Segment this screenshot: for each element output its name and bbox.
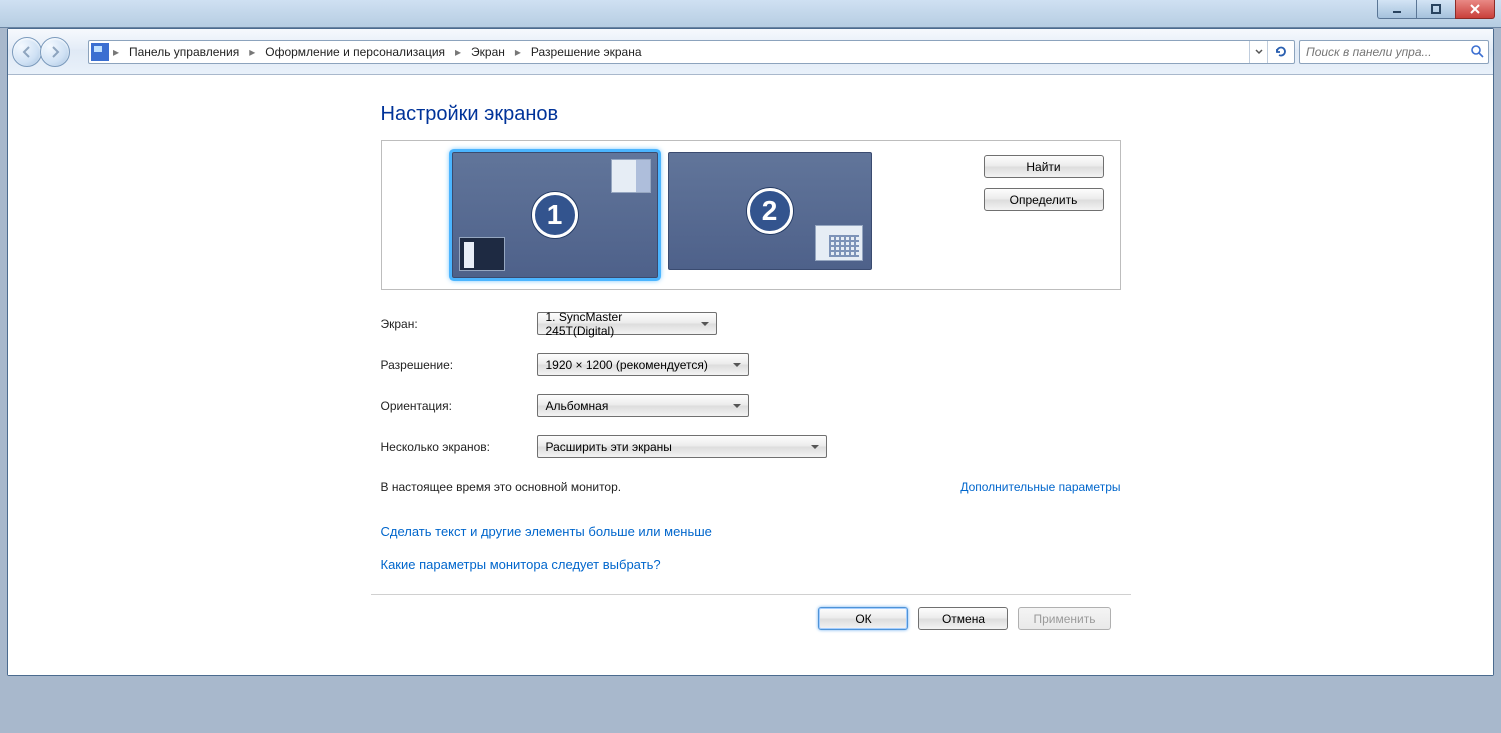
breadcrumb-item[interactable]: Панель управления [123,41,245,63]
search-box[interactable] [1299,40,1489,64]
nav-buttons [12,35,84,69]
chevron-right-icon[interactable]: ▸ [453,45,463,59]
chevron-right-icon[interactable]: ▸ [247,45,257,59]
breadcrumb-item[interactable]: Разрешение экрана [525,41,648,63]
close-icon [1469,3,1481,15]
resolution-dropdown-value: 1920 × 1200 (рекомендуется) [546,358,708,372]
breadcrumb-item[interactable]: Оформление и персонализация [259,41,451,63]
main-monitor-status: В настоящее время это основной монитор. [381,480,622,494]
maximize-button[interactable] [1416,0,1456,19]
refresh-button[interactable] [1268,41,1294,63]
chevron-right-icon[interactable]: ▸ [111,45,121,59]
display-dropdown[interactable]: 1. SyncMaster 245T(Digital) [537,312,717,335]
content-area: Настройки экранов 1 2 Найти Определить [8,75,1493,675]
maximize-icon [1430,3,1442,15]
orientation-label: Ориентация: [381,399,537,413]
apply-button[interactable]: Применить [1018,607,1110,630]
forward-arrow-icon [48,45,62,59]
multiple-displays-dropdown-value: Расширить эти экраны [546,440,672,454]
display-dropdown-value: 1. SyncMaster 245T(Digital) [546,310,694,338]
resolution-dropdown[interactable]: 1920 × 1200 (рекомендуется) [537,353,749,376]
identify-button[interactable]: Определить [984,188,1104,211]
dialog-footer: ОК Отмена Применить [371,594,1131,646]
monitor-number-badge: 1 [532,192,578,238]
which-settings-link[interactable]: Какие параметры монитора следует выбрать… [381,557,1121,572]
window-thumb-icon [611,159,651,193]
window-thumb-icon [459,237,505,271]
close-button[interactable] [1455,0,1495,19]
resolution-label: Разрешение: [381,358,537,372]
advanced-settings-link[interactable]: Дополнительные параметры [960,480,1120,494]
address-dropdown[interactable] [1250,41,1268,63]
display-label: Экран: [381,317,537,331]
forward-button[interactable] [40,37,70,67]
detect-button[interactable]: Найти [984,155,1104,178]
text-size-link[interactable]: Сделать текст и другие элементы больше и… [381,524,1121,539]
monitor-arrangement-box[interactable]: 1 2 Найти Определить [381,140,1121,290]
monitor-2[interactable]: 2 [668,152,872,270]
display-icon [91,43,109,61]
main-panel: Настройки экранов 1 2 Найти Определить [371,75,1131,675]
orientation-dropdown[interactable]: Альбомная [537,394,749,417]
titlebar [0,0,1501,28]
breadcrumb-item[interactable]: Экран [465,41,511,63]
multiple-displays-dropdown[interactable]: Расширить эти экраны [537,435,827,458]
minimize-icon [1391,3,1403,15]
multiple-displays-label: Несколько экранов: [381,440,537,454]
search-icon [1470,44,1484,61]
cancel-button[interactable]: Отмена [918,607,1008,630]
chevron-down-icon [1255,48,1263,56]
back-button[interactable] [12,37,42,67]
monitor-1[interactable]: 1 [452,152,658,278]
refresh-icon [1274,45,1288,59]
toolbar: ▸ Панель управления ▸ Оформление и персо… [8,29,1493,75]
minimize-button[interactable] [1377,0,1417,19]
ok-button[interactable]: ОК [818,607,908,630]
chevron-right-icon[interactable]: ▸ [513,45,523,59]
search-input[interactable] [1304,44,1484,60]
back-arrow-icon [20,45,34,59]
orientation-dropdown-value: Альбомная [546,399,609,413]
page-title: Настройки экранов [381,103,1121,126]
grid-thumb-icon [815,225,863,261]
window: ▸ Панель управления ▸ Оформление и персо… [7,28,1494,676]
address-bar[interactable]: ▸ Панель управления ▸ Оформление и персо… [88,40,1295,64]
monitor-number-badge: 2 [747,188,793,234]
